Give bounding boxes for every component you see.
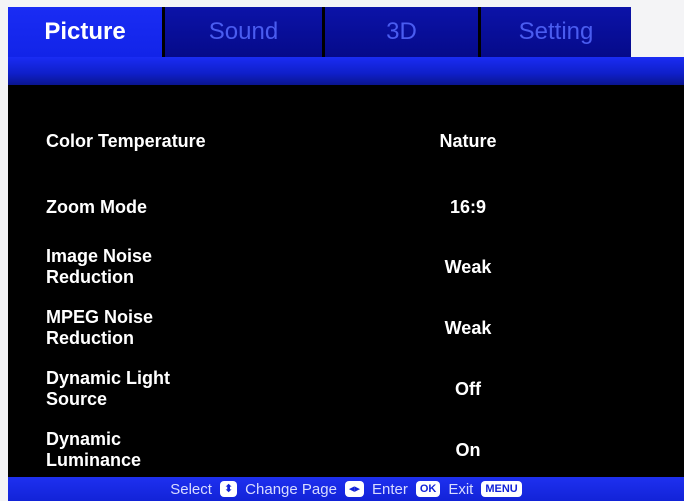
menu-row-color-temperature[interactable]: Color Temperature Nature [8, 112, 684, 170]
menu-row-label: Zoom Mode [46, 196, 147, 217]
menu-row-label: MPEG Noise Reduction [46, 307, 154, 348]
tab-3d[interactable]: 3D [325, 7, 481, 57]
hint-enter-label: Enter [371, 480, 408, 498]
menu-row-label: Dynamic Luminance [46, 429, 142, 470]
picture-menu: Color Temperature Nature Zoom Mode 16:9 … [8, 85, 684, 477]
ok-key-icon: OK [415, 481, 441, 497]
menu-row-value: Weak [444, 317, 492, 338]
menu-row-label: Dynamic Light Source [46, 368, 171, 409]
header-band [8, 57, 684, 85]
hint-exit-label: Exit [448, 480, 474, 498]
tv-osd-window: Picture Sound 3D Setting Color Temperatu… [8, 7, 684, 501]
menu-row-value: 16:9 [449, 196, 487, 217]
menu-row-value: Weak [444, 256, 492, 277]
menu-row-image-noise-reduction[interactable]: Image Noise Reduction Weak [8, 238, 684, 296]
menu-row-value: On [455, 439, 481, 460]
tab-bar: Picture Sound 3D Setting [8, 7, 684, 57]
menu-row-value: Off [455, 378, 481, 399]
menu-row-label: Color Temperature [46, 130, 206, 151]
hint-bar: Select ⬍ Change Page ◂▸ Enter OK Exit ME… [8, 477, 684, 501]
menu-row-dynamic-light-source[interactable]: Dynamic Light Source Off [8, 360, 684, 418]
hint-select-label: Select [170, 480, 212, 498]
hint-change-page-label: Change Page [245, 480, 337, 498]
tab-sound[interactable]: Sound [165, 7, 325, 57]
up-down-key-icon: ⬍ [219, 481, 238, 497]
menu-row-zoom-mode[interactable]: Zoom Mode 16:9 [8, 178, 684, 236]
tab-bar-filler [631, 7, 684, 57]
menu-row-dynamic-luminance[interactable]: Dynamic Luminance On [8, 421, 684, 479]
tab-picture[interactable]: Picture [8, 7, 165, 57]
menu-row-mpeg-noise-reduction[interactable]: MPEG Noise Reduction Weak [8, 299, 684, 357]
left-right-key-icon: ◂▸ [344, 481, 364, 497]
menu-row-label: Image Noise Reduction [46, 246, 153, 287]
menu-key-icon: MENU [481, 481, 522, 497]
menu-row-value: Nature [439, 130, 497, 151]
tab-setting[interactable]: Setting [481, 7, 631, 57]
